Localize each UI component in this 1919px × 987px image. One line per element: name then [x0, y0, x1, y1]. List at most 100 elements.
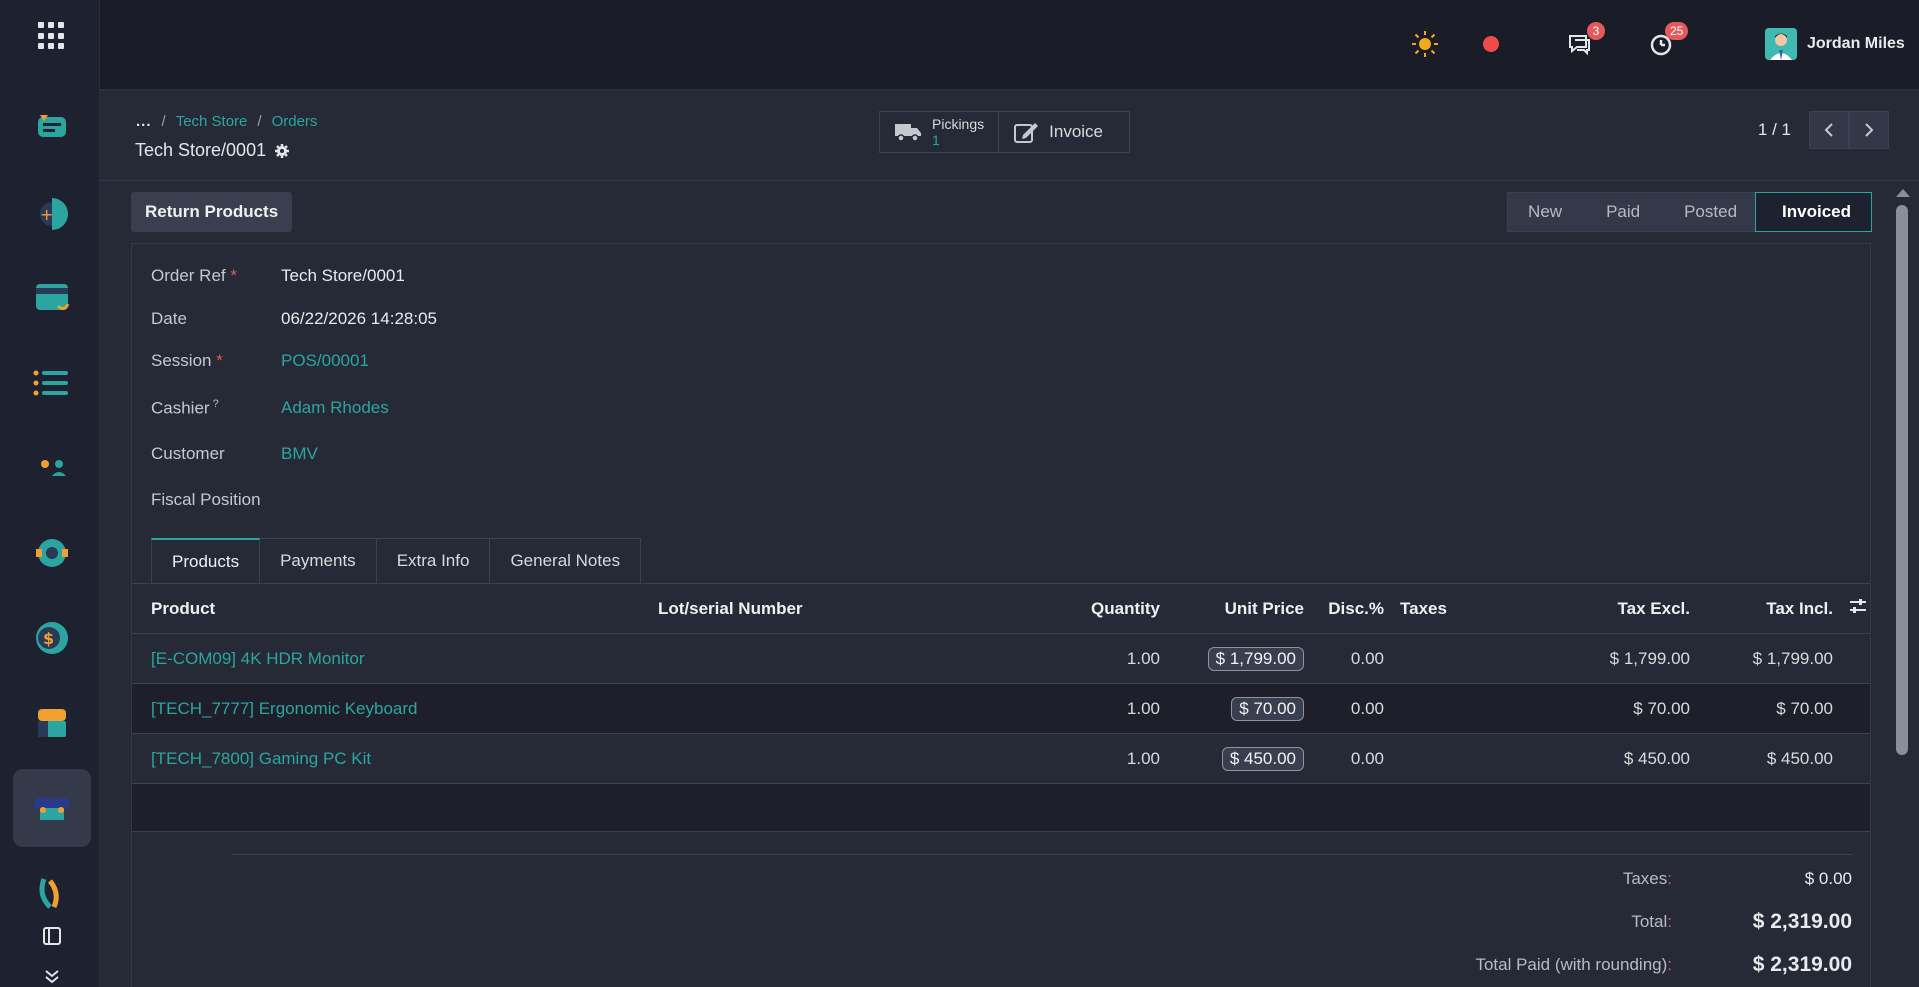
top-navbar: 3 25 Jordan Miles: [100, 0, 1919, 90]
app-icon-project[interactable]: [13, 344, 91, 422]
svg-text:+: +: [40, 205, 53, 224]
app-icon-accounting[interactable]: $: [13, 599, 91, 677]
notebook-tabs: Products Payments Extra Info General Not…: [151, 538, 642, 583]
user-avatar: [1765, 28, 1797, 60]
return-products-button[interactable]: Return Products: [131, 192, 293, 232]
discount-cell: 0.00: [1350, 648, 1384, 668]
record-title-text: Tech Store/0001: [135, 140, 267, 160]
record-title: Tech Store/0001: [135, 140, 290, 161]
tab-extra-info[interactable]: Extra Info: [376, 538, 491, 583]
table-row[interactable]: [TECH_7777] Ergonomic Keyboard 1.00 $ 70…: [132, 684, 1870, 734]
stage-paid[interactable]: Paid: [1580, 192, 1659, 232]
header-tax-excl[interactable]: Tax Excl.: [1592, 599, 1698, 619]
app-menu-grid-icon[interactable]: [38, 22, 66, 50]
pickings-count: 1: [932, 132, 940, 148]
gear-icon[interactable]: [274, 143, 290, 159]
app-icon-settings[interactable]: [13, 514, 91, 592]
tab-general-notes[interactable]: General Notes: [490, 538, 642, 583]
unit-price-badge: $ 450.00: [1221, 746, 1304, 771]
stage-invoiced[interactable]: Invoiced: [1755, 192, 1872, 232]
stage-posted[interactable]: Posted: [1658, 192, 1756, 232]
breadcrumb-more-button[interactable]: ...: [136, 113, 152, 130]
header-product[interactable]: Product: [132, 599, 650, 619]
header-taxes[interactable]: Taxes: [1392, 599, 1592, 619]
app-icon-point-of-sale[interactable]: [13, 769, 91, 847]
order-ref-value[interactable]: Tech Store/0001: [281, 266, 405, 286]
theme-toggle-sun-icon[interactable]: [1410, 28, 1440, 60]
cashier-label: Cashier: [151, 398, 210, 418]
chevron-right-icon: [1865, 123, 1874, 137]
chevron-double-down-icon[interactable]: [44, 970, 60, 984]
messages-badge: 3: [1587, 22, 1605, 40]
messages-button[interactable]: 3: [1567, 22, 1605, 60]
pickings-label: Pickings: [932, 116, 985, 132]
header-tax-incl[interactable]: Tax Incl.: [1698, 599, 1841, 619]
customer-link[interactable]: BMV: [281, 444, 318, 464]
tab-products[interactable]: Products: [151, 538, 261, 583]
tax-incl-cell: $ 450.00: [1766, 748, 1833, 768]
scroll-thumb[interactable]: [1896, 205, 1908, 755]
record-pager: 1 / 1: [1758, 111, 1889, 149]
field-session: Session * POS/00001: [151, 351, 369, 371]
tax-incl-cell: $ 1,799.00: [1752, 648, 1833, 668]
date-value[interactable]: 06/22/2026 14:28:05: [281, 309, 437, 329]
order-lines-table: Product Lot/serial Number Quantity Unit …: [132, 583, 1870, 832]
field-customer: Customer BMV: [151, 444, 318, 464]
sidebar-toggle-icon[interactable]: [42, 926, 62, 946]
status-bar: New Paid Posted Invoiced: [1507, 192, 1872, 232]
stage-new[interactable]: New: [1507, 192, 1581, 232]
table-row[interactable]: [TECH_7800] Gaming PC Kit 1.00 $ 450.00 …: [132, 734, 1870, 784]
breadcrumb-item-orders[interactable]: Orders: [272, 113, 318, 130]
session-link[interactable]: POS/00001: [281, 351, 369, 371]
header-discount[interactable]: Disc.%: [1312, 599, 1392, 619]
page-scrollbar[interactable]: [1893, 183, 1913, 987]
customer-label: Customer: [151, 444, 225, 463]
pager-next-button[interactable]: [1849, 111, 1889, 149]
header-quantity[interactable]: Quantity: [1070, 599, 1168, 619]
scroll-up-arrow-icon[interactable]: [1896, 189, 1910, 197]
table-row[interactable]: [E-COM09] 4K HDR Monitor 1.00 $ 1,799.00…: [132, 634, 1870, 684]
quantity-cell: 1.00: [1126, 698, 1160, 718]
discount-cell: 0.00: [1350, 698, 1384, 718]
total-label: Total: [1631, 911, 1668, 931]
chevron-left-icon: [1824, 123, 1833, 137]
table-empty-row: [132, 784, 1870, 832]
product-link[interactable]: [E-COM09] 4K HDR Monitor: [151, 649, 365, 668]
quantity-cell: 1.00: [1126, 748, 1160, 768]
app-icon-studio[interactable]: [13, 854, 91, 932]
help-tooltip-icon[interactable]: ?: [210, 398, 219, 410]
activities-button[interactable]: 25: [1649, 22, 1689, 60]
taxes-total-label: Taxes: [1622, 868, 1668, 888]
app-icon-sales[interactable]: [13, 259, 91, 337]
app-icon-crm[interactable]: +: [13, 175, 91, 253]
user-menu[interactable]: Jordan Miles: [1765, 28, 1905, 60]
quantity-cell: 1.00: [1126, 648, 1160, 668]
breadcrumb-item-tech-store[interactable]: Tech Store: [176, 113, 248, 130]
pager-value[interactable]: 1 / 1: [1758, 120, 1791, 140]
total-value: $ 2,319.00: [1752, 909, 1852, 933]
app-icon-discuss[interactable]: [13, 90, 91, 168]
order-ref-label: Order Ref: [151, 266, 226, 285]
app-icon-inventory[interactable]: [13, 684, 91, 762]
totals-total-row: Total: $ 2,319.00: [1631, 909, 1852, 933]
header-lot[interactable]: Lot/serial Number: [650, 599, 1070, 619]
product-link[interactable]: [TECH_7800] Gaming PC Kit: [151, 749, 371, 768]
tab-payments[interactable]: Payments: [260, 538, 377, 583]
field-order-ref: Order Ref * Tech Store/0001: [151, 266, 405, 286]
pager-previous-button[interactable]: [1809, 111, 1849, 149]
cashier-link[interactable]: Adam Rhodes: [281, 398, 389, 418]
tax-incl-cell: $ 70.00: [1776, 698, 1833, 718]
date-label: Date: [151, 309, 187, 328]
table-header: Product Lot/serial Number Quantity Unit …: [132, 584, 1870, 634]
taxes-total-value: $ 0.00: [1804, 868, 1852, 888]
header-unit-price[interactable]: Unit Price: [1168, 599, 1312, 619]
record-status-dot-icon[interactable]: [1483, 28, 1499, 60]
optional-columns-icon[interactable]: [1841, 598, 1870, 619]
svg-text:$: $: [43, 629, 54, 648]
tax-excl-cell: $ 70.00: [1633, 698, 1690, 718]
truck-icon: [895, 124, 921, 142]
product-link[interactable]: [TECH_7777] Ergonomic Keyboard: [151, 699, 417, 718]
app-icon-employees[interactable]: [13, 429, 91, 507]
pickings-button[interactable]: Pickings 1: [879, 111, 1000, 153]
invoice-button[interactable]: Invoice: [999, 111, 1131, 153]
